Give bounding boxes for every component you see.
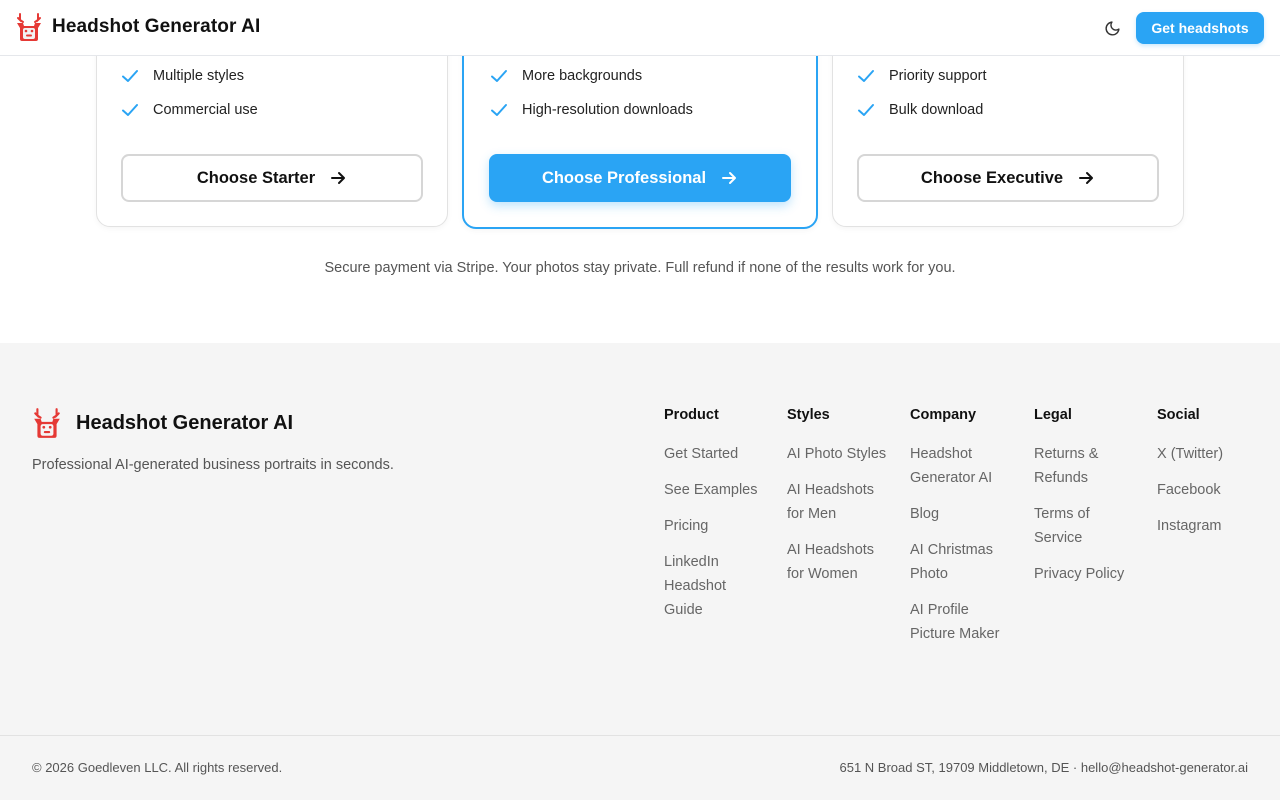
plan-feature: Commercial use <box>121 101 258 119</box>
footer-link[interactable]: AI Headshots for Women <box>787 538 887 586</box>
address-text: 651 N Broad ST, 19709 Middletown, DE · h… <box>839 760 1249 775</box>
arrow-right-icon <box>1079 172 1094 184</box>
plan-feature-label: Multiple styles <box>153 68 245 84</box>
check-icon <box>858 104 874 116</box>
footer-bottom-bar: © 2026 Goedleven LLC. All rights reserve… <box>0 735 1280 800</box>
site-footer: Headshot Generator AI Professional AI-ge… <box>0 343 1280 800</box>
check-icon <box>122 70 138 82</box>
footer-brand[interactable]: Headshot Generator AI <box>32 407 293 439</box>
moon-icon <box>1105 20 1120 35</box>
arrow-right-icon <box>722 172 737 184</box>
choose-starter-button[interactable]: Choose Starter <box>121 154 423 202</box>
footer-column-heading: Product <box>664 407 719 423</box>
brand-name: Headshot Generator AI <box>52 16 261 37</box>
footer-brand-name: Headshot Generator AI <box>76 411 294 434</box>
plan-feature: Multiple styles <box>121 67 244 85</box>
check-icon <box>491 104 507 116</box>
choose-professional-button[interactable]: Choose Professional <box>489 154 791 202</box>
footer-column-company: Company Headshot Generator AI Blog AI Ch… <box>910 407 1006 658</box>
footer-tagline: Professional AI-generated business portr… <box>32 457 394 473</box>
footer-link[interactable]: Instagram <box>1157 514 1267 538</box>
footer-link[interactable]: X (Twitter) <box>1157 442 1267 466</box>
theme-toggle-button[interactable] <box>1100 16 1124 40</box>
footer-link[interactable]: AI Photo Styles <box>787 442 887 466</box>
footer-link[interactable]: Blog <box>910 502 1006 526</box>
plan-feature-label: High-resolution downloads <box>522 102 693 118</box>
footer-link[interactable]: Get Started <box>664 442 760 466</box>
plan-feature-label: Commercial use <box>153 102 258 118</box>
deer-logo-icon <box>17 13 41 41</box>
arrow-right-icon <box>331 172 346 184</box>
button-label: Choose Professional <box>541 168 707 187</box>
plan-feature: High-resolution downloads <box>490 101 693 119</box>
footer-link[interactable]: AI Profile Picture Maker <box>910 598 1006 646</box>
footer-link[interactable]: Terms of Service <box>1034 502 1130 550</box>
check-icon <box>491 70 507 82</box>
copyright-text: © 2026 Goedleven LLC. All rights reserve… <box>32 760 283 775</box>
get-headshots-button[interactable]: Get headshots <box>1136 12 1264 44</box>
button-label: Choose Starter <box>196 168 316 187</box>
plan-feature-label: Priority support <box>889 68 987 84</box>
choose-executive-button[interactable]: Choose Executive <box>857 154 1159 202</box>
button-label: Choose Executive <box>920 168 1064 187</box>
footer-column-heading: Legal <box>1034 407 1072 423</box>
check-icon <box>858 70 874 82</box>
footer-link[interactable]: AI Headshots for Men <box>787 478 887 526</box>
footer-link[interactable]: Privacy Policy <box>1034 562 1130 586</box>
footer-link[interactable]: Pricing <box>664 514 760 538</box>
footer-link[interactable]: See Examples <box>664 478 760 502</box>
plan-feature: More backgrounds <box>490 67 642 85</box>
footer-link[interactable]: AI Christmas Photo <box>910 538 1006 586</box>
brand-link[interactable]: Headshot Generator AI <box>16 12 260 42</box>
plan-feature-label: More backgrounds <box>522 68 643 84</box>
footer-link[interactable]: LinkedIn Headshot Guide <box>664 550 760 622</box>
footer-link[interactable]: Facebook <box>1157 478 1267 502</box>
footer-link[interactable]: Headshot Generator AI <box>910 442 1006 490</box>
plan-feature: Bulk download <box>857 101 983 119</box>
site-header: Headshot Generator AI Get headshots <box>0 0 1280 56</box>
footer-column-heading: Styles <box>787 407 830 423</box>
secure-payment-note: Secure payment via Stripe. Your photos s… <box>324 260 956 276</box>
footer-column-legal: Legal Returns & Refunds Terms of Service… <box>1034 407 1130 598</box>
plan-feature: Priority support <box>857 67 987 85</box>
footer-column-heading: Social <box>1157 407 1200 423</box>
footer-column-heading: Company <box>910 407 977 423</box>
check-icon <box>122 104 138 116</box>
plan-feature-label: Bulk download <box>889 102 984 118</box>
footer-column-styles: Styles AI Photo Styles AI Headshots for … <box>787 407 887 598</box>
footer-column-social: Social X (Twitter) Facebook Instagram <box>1157 407 1267 550</box>
footer-column-product: Product Get Started See Examples Pricing… <box>664 407 760 634</box>
footer-link[interactable]: Returns & Refunds <box>1034 442 1130 490</box>
deer-logo-icon <box>34 408 60 438</box>
